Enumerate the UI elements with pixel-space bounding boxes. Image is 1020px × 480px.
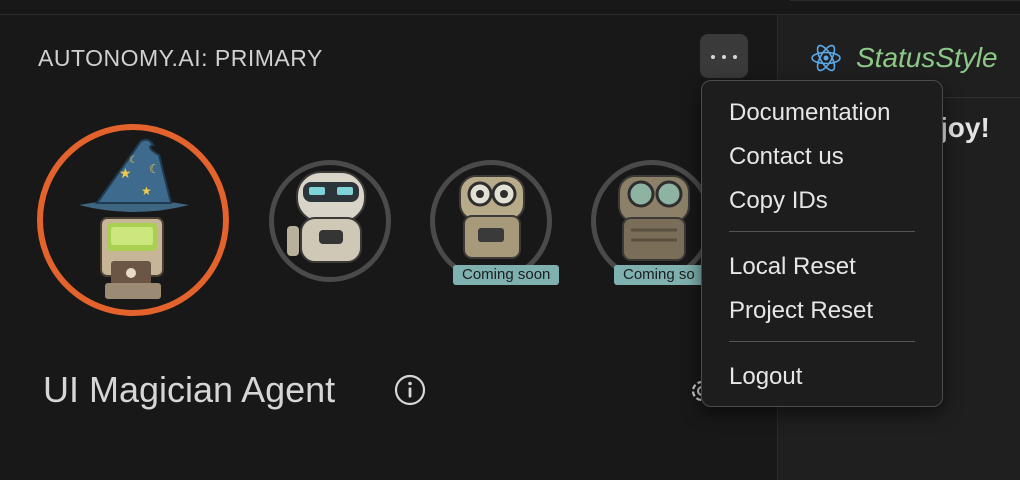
coming-soon-badge: Coming so (614, 265, 704, 285)
menu-separator (729, 231, 915, 232)
editor-tab-title[interactable]: StatusStyle (856, 42, 998, 74)
more-options-button[interactable] (700, 34, 748, 78)
menu-item-logout[interactable]: Logout (729, 363, 802, 391)
agent-name: UI Magician Agent (43, 369, 336, 410)
menu-item-copy-ids[interactable]: Copy IDs (729, 187, 828, 215)
more-horizontal-icon (711, 55, 715, 59)
coming-soon-badge: Coming soon (453, 265, 560, 285)
camera-robot-avatar[interactable] (440, 166, 544, 266)
more-dot (722, 55, 726, 59)
visor-robot-avatar[interactable] (279, 166, 383, 276)
goggles-robot-avatar[interactable] (601, 166, 705, 266)
menu-item-project-reset[interactable]: Project Reset (729, 297, 873, 325)
info-icon[interactable] (394, 374, 426, 406)
react-icon (811, 44, 841, 72)
menu-item-documentation[interactable]: Documentation (729, 99, 890, 127)
editor-content-text: joy! (940, 112, 990, 143)
menu-item-local-reset[interactable]: Local Reset (729, 253, 856, 281)
top-border-right (790, 0, 1020, 1)
menu-separator (729, 341, 915, 342)
svg-text:☾: ☾ (149, 162, 160, 176)
more-dot (733, 55, 737, 59)
menu-item-contact-us[interactable]: Contact us (729, 143, 844, 171)
panel-title: AUTONOMY.AI: PRIMARY (38, 45, 323, 71)
svg-text:☾: ☾ (129, 155, 138, 166)
wizard-robot-avatar[interactable]: ★ ★ ☾ ☾ (49, 133, 219, 305)
svg-text:★: ★ (141, 184, 152, 198)
svg-text:★: ★ (119, 165, 132, 181)
options-menu: Documentation Contact us Copy IDs Local … (701, 80, 943, 407)
